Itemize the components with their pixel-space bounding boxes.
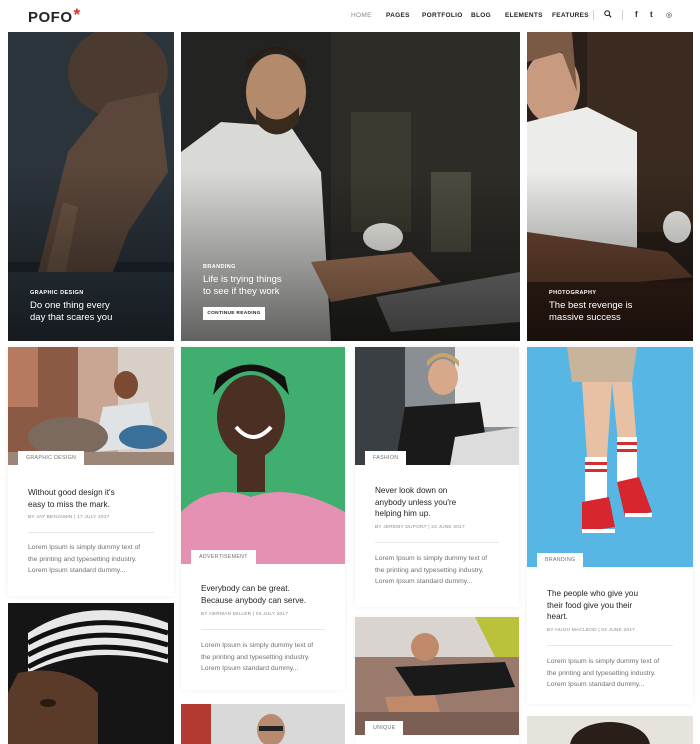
post-excerpt: Lorem Ipsum is simply dummy text of the p… <box>547 658 660 688</box>
yoga-class-photo <box>8 347 174 465</box>
red-sneakers-photo <box>527 347 693 567</box>
striped-headwrap-portrait <box>8 603 174 744</box>
featured-category[interactable]: GRAPHIC DESIGN <box>30 290 84 296</box>
post-excerpt: Lorem Ipsum is simply dummy text of the p… <box>201 642 314 672</box>
post-card-image[interactable] <box>8 603 174 744</box>
nav-divider <box>593 10 594 20</box>
nav-portfolio[interactable]: PORTFOLIO <box>422 12 463 19</box>
nav-elements[interactable]: ELEMENTS <box>505 12 543 19</box>
smiling-woman-photo <box>181 347 345 564</box>
divider <box>28 532 154 533</box>
divider <box>547 645 673 646</box>
woman-headphones-photo <box>527 716 693 744</box>
category-badge[interactable]: FASHION <box>365 451 407 465</box>
post-card[interactable]: FASHION Never look down on anybody unless… <box>355 347 519 607</box>
post-card-image[interactable] <box>181 704 345 744</box>
bearded-man-photo <box>181 704 345 744</box>
site-header: POFO* HOME PAGES PORTFOLIO BLOG ELEMENTS… <box>0 0 700 32</box>
nav-features[interactable]: FEATURES <box>552 12 589 19</box>
dribbble-icon[interactable]: ◎ <box>666 11 672 19</box>
post-card[interactable]: GRAPHIC DESIGN Without good design it's e… <box>8 347 174 596</box>
featured-post-1[interactable]: GRAPHIC DESIGN Do one thing every day tha… <box>8 32 174 341</box>
category-badge[interactable]: GRAPHIC DESIGN <box>18 451 85 465</box>
plank-exercise-photo <box>355 617 519 735</box>
category-badge[interactable]: UNIQUE <box>365 721 404 735</box>
man-at-laptop-photo <box>355 347 519 465</box>
post-card[interactable]: ADVERTISEMENT Everybody can be great. Bec… <box>181 347 345 690</box>
site-logo[interactable]: POFO* <box>28 5 81 27</box>
post-excerpt: Lorem Ipsum is simply dummy text of the p… <box>28 544 141 574</box>
twitter-icon[interactable]: t <box>650 10 653 19</box>
post-card-image[interactable] <box>527 716 693 744</box>
featured-post-2[interactable]: BRANDING Life is trying things to see if … <box>181 32 520 341</box>
nav-blog[interactable]: BLOG <box>471 12 491 19</box>
post-meta: BY JAY BENJAMIN | 17 JULY 2017 <box>28 515 110 520</box>
logo-asterisk: * <box>73 5 81 24</box>
featured-title[interactable]: The best revenge is massive success <box>549 300 632 324</box>
search-icon[interactable] <box>604 10 612 20</box>
divider <box>375 542 499 543</box>
featured-title[interactable]: Do one thing every day that scares you <box>30 300 112 324</box>
nav-divider <box>622 10 623 20</box>
continue-reading-button[interactable]: CONTINUE READING <box>203 307 265 320</box>
post-meta: BY JEREMY DUPONT | 22 JUNE 2017 <box>375 525 465 530</box>
category-badge[interactable]: ADVERTISEMENT <box>191 550 256 564</box>
featured-title[interactable]: Life is trying things to see if they work <box>203 274 282 298</box>
post-card[interactable]: UNIQUE <box>355 617 519 744</box>
post-title[interactable]: The people who give you their food give y… <box>547 588 679 623</box>
post-excerpt: Lorem Ipsum is simply dummy text of the p… <box>375 555 488 585</box>
post-title[interactable]: Everybody can be great. Because anybody c… <box>201 583 331 606</box>
post-card[interactable]: BRANDING The people who give you their fo… <box>527 347 693 704</box>
nav-home[interactable]: HOME <box>351 12 372 19</box>
post-title[interactable]: Without good design it's easy to miss the… <box>28 487 160 510</box>
post-meta: BY HERMAN MILLER | 03 JULY 2017 <box>201 612 289 617</box>
nav-pages[interactable]: PAGES <box>386 12 410 19</box>
divider <box>201 629 325 630</box>
category-badge[interactable]: BRANDING <box>537 553 584 567</box>
featured-category[interactable]: PHOTOGRAPHY <box>549 290 596 296</box>
featured-post-3[interactable]: PHOTOGRAPHY The best revenge is massive s… <box>527 32 693 341</box>
facebook-icon[interactable]: f <box>635 10 638 19</box>
featured-category[interactable]: BRANDING <box>203 264 236 270</box>
post-title[interactable]: Never look down on anybody unless you're h… <box>375 485 505 520</box>
post-meta: BY HUGH MACLEOD | 02 JUNE 2017 <box>547 628 635 633</box>
